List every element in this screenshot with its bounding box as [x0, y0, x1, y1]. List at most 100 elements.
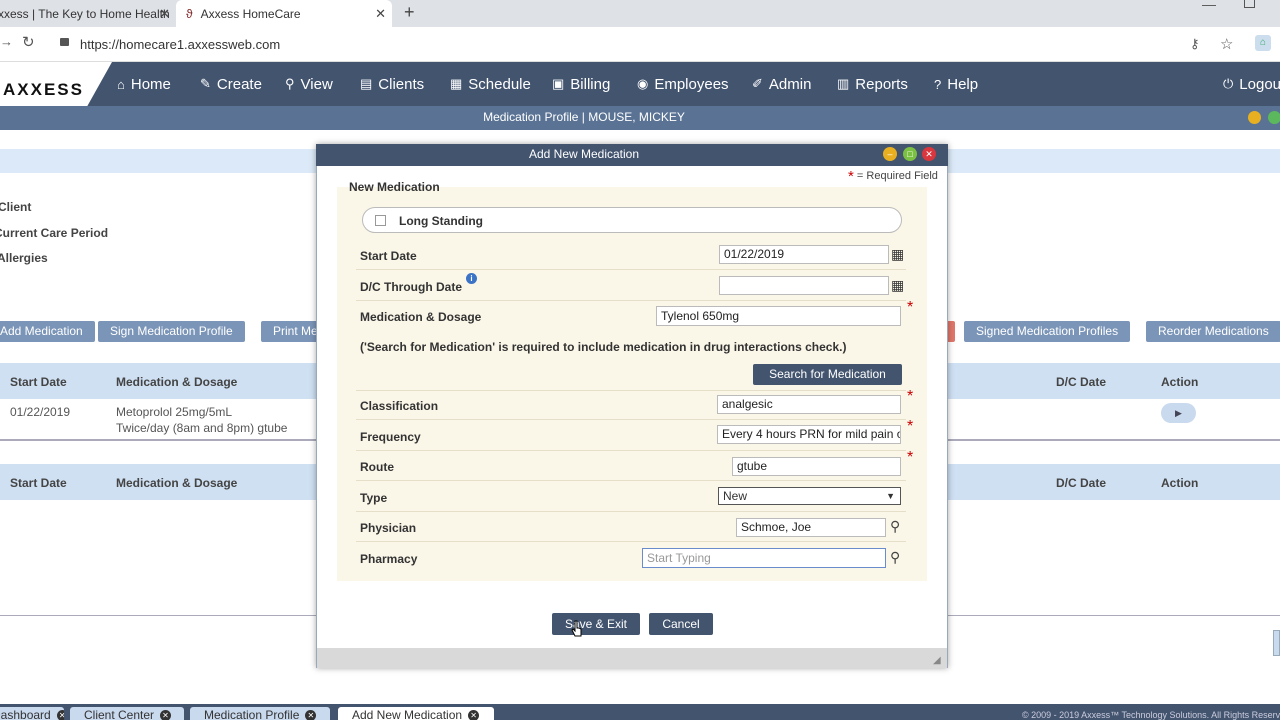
back-arrow-icon[interactable]: →: [0, 34, 13, 49]
close-icon[interactable]: ✕: [468, 710, 480, 720]
dc-through-date-input[interactable]: [719, 276, 889, 295]
nav-reports[interactable]: ▥ Reports: [837, 62, 908, 106]
nav-clients[interactable]: ▤ Clients: [360, 62, 424, 106]
nav-label: Create: [216, 75, 262, 93]
row-medication-detail: Twice/day (8am and 8pm) gtube: [116, 421, 288, 435]
type-select[interactable]: New ▼: [718, 487, 901, 505]
save-exit-button[interactable]: Save & Exit: [552, 613, 640, 635]
frequency-label: Frequency: [360, 430, 421, 444]
close-icon[interactable]: ✕: [159, 6, 170, 22]
nav-label: View: [300, 75, 333, 93]
power-icon: ⏻: [1223, 76, 1234, 91]
medication-dosage-input[interactable]: Tylenol 650mg: [656, 306, 901, 326]
nav-label: Help: [947, 75, 979, 93]
add-medication-button[interactable]: Add Medication: [0, 321, 95, 342]
pharmacy-input[interactable]: Start Typing: [642, 548, 886, 568]
med-dosage-header[interactable]: Medication & Dosage: [116, 476, 237, 490]
row-separator: [356, 390, 906, 391]
route-input[interactable]: gtube: [732, 457, 901, 476]
row-separator: [356, 511, 906, 512]
action-header: Action: [1161, 476, 1199, 490]
nav-label: Employees: [654, 75, 729, 93]
extension-icon[interactable]: ⌂: [1255, 35, 1271, 51]
search-icon[interactable]: ⚲: [890, 549, 900, 566]
search-icon[interactable]: ⚲: [890, 518, 900, 535]
axxess-favicon-icon: ϑ: [186, 6, 193, 21]
frequency-input[interactable]: Every 4 hours PRN for mild pain o: [717, 425, 901, 444]
med-dosage-header[interactable]: Medication & Dosage: [116, 375, 237, 389]
close-icon[interactable]: ✕: [160, 710, 172, 720]
required-star-icon: *: [907, 449, 914, 466]
bottom-tab-add-new-medication[interactable]: Add New Medication ✕: [338, 707, 494, 720]
minimize-window-icon[interactable]: [1248, 111, 1261, 124]
calendar-icon[interactable]: ▦: [891, 246, 904, 263]
physician-label: Physician: [360, 521, 417, 535]
minimize-icon[interactable]: –: [883, 147, 897, 161]
minimize-window-icon[interactable]: —: [1202, 0, 1216, 12]
nav-create[interactable]: ✎ Create: [200, 62, 262, 106]
start-date-header[interactable]: Start Date: [10, 375, 67, 389]
tab-label: Medication Profile: [204, 708, 300, 720]
maximize-window-icon[interactable]: [1244, 0, 1255, 8]
form-section-title: New Medication: [349, 180, 440, 194]
bottom-tab-dashboard[interactable]: Dashboard ✕: [0, 707, 64, 720]
search-for-medication-button[interactable]: Search for Medication: [753, 364, 902, 385]
nav-billing[interactable]: ▣ Billing: [552, 62, 610, 106]
bookmark-star-icon[interactable]: ☆: [1220, 35, 1233, 53]
dc-date-header[interactable]: D/C Date: [1056, 375, 1106, 389]
nav-view[interactable]: ⚲ View: [285, 62, 333, 106]
physician-input[interactable]: Schmoe, Joe: [736, 518, 886, 537]
start-date-header[interactable]: Start Date: [10, 476, 67, 490]
bottom-tab-client-center[interactable]: Client Center ✕: [70, 707, 184, 720]
resize-grip-icon[interactable]: ◢: [933, 655, 941, 666]
row-separator: [356, 419, 906, 420]
pharmacy-label: Pharmacy: [360, 552, 418, 566]
maximize-icon[interactable]: □: [903, 147, 917, 161]
new-tab-icon[interactable]: +: [404, 2, 415, 23]
required-star-icon: *: [907, 388, 914, 405]
nav-employees[interactable]: ◉ Employees: [637, 62, 729, 106]
long-standing-label[interactable]: Long Standing: [399, 214, 483, 228]
close-icon[interactable]: ✕: [375, 6, 386, 22]
nav-logout[interactable]: ⏻ Logout: [1223, 62, 1280, 106]
scrollbar[interactable]: [1273, 630, 1280, 656]
browser-tab-active[interactable]: ϑ Axxess HomeCare ✕: [176, 0, 392, 27]
mouse-cursor-icon: [571, 620, 582, 637]
nav-label: Schedule: [468, 75, 531, 93]
tab-label: Dashboard: [0, 708, 51, 720]
calendar-icon[interactable]: ▦: [891, 277, 904, 294]
nav-label: Logout: [1239, 75, 1280, 93]
nav-schedule[interactable]: ▦ Schedule: [450, 62, 531, 106]
close-icon[interactable]: ✕: [922, 147, 936, 161]
nav-admin[interactable]: ✐ Admin: [752, 62, 811, 106]
maximize-window-icon[interactable]: [1268, 111, 1280, 124]
action-header: Action: [1161, 375, 1199, 389]
long-standing-checkbox[interactable]: [375, 215, 386, 226]
reorder-medications-button[interactable]: Reorder Medications: [1146, 321, 1280, 342]
cancel-button[interactable]: Cancel: [649, 613, 713, 635]
care-period-label: Current Care Period: [0, 226, 109, 240]
browser-tab[interactable]: Axxess | The Key to Home Health ✕: [0, 0, 176, 27]
browser-tab-title: Axxess | The Key to Home Health: [0, 6, 170, 21]
dialog-footer: [317, 648, 947, 668]
classification-input[interactable]: analgesic: [717, 395, 901, 414]
bottom-tab-medication-profile[interactable]: Medication Profile ✕: [190, 707, 330, 720]
dc-through-date-label: D/C Through Date: [360, 280, 462, 294]
close-icon[interactable]: ✕: [56, 710, 64, 720]
url-text[interactable]: https://homecare1.axxessweb.com: [80, 37, 280, 52]
start-date-input[interactable]: 01/22/2019: [719, 245, 889, 264]
dc-date-header[interactable]: D/C Date: [1056, 476, 1106, 490]
nav-home[interactable]: ⌂ Home: [117, 62, 171, 106]
sign-medication-profile-button[interactable]: Sign Medication Profile: [98, 321, 245, 342]
info-icon[interactable]: i: [466, 273, 477, 284]
dialog-title: Add New Medication: [528, 147, 640, 161]
nav-label: Admin: [768, 75, 812, 93]
id-card-icon: ▤: [360, 76, 373, 91]
signed-medication-profiles-button[interactable]: Signed Medication Profiles: [964, 321, 1131, 342]
close-icon[interactable]: ✕: [305, 710, 317, 720]
nav-help[interactable]: ? Help: [934, 62, 978, 106]
row-action-button[interactable]: ▶: [1161, 403, 1196, 423]
axxess-logo[interactable]: AXXESS: [3, 80, 84, 100]
reload-icon[interactable]: ↻: [22, 33, 35, 51]
key-icon[interactable]: ⚷: [1190, 36, 1200, 52]
